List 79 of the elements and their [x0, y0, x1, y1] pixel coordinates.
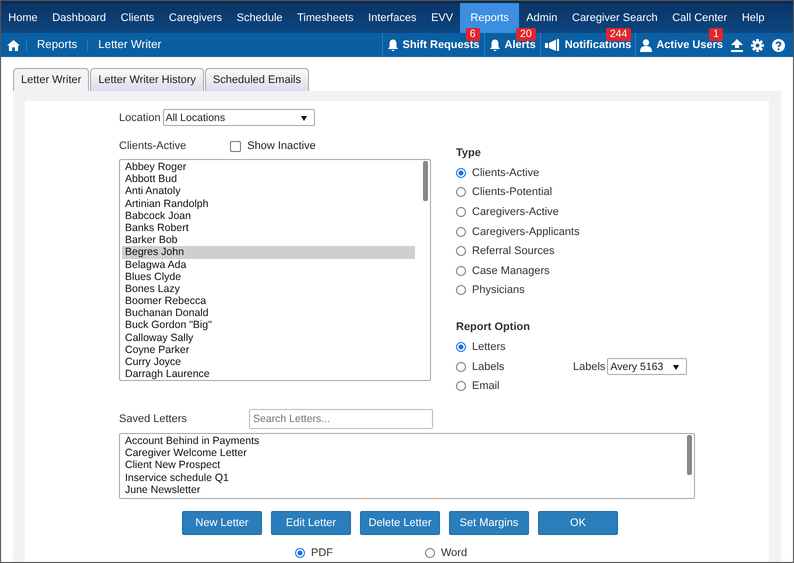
section-heading: Report Option — [456, 321, 531, 334]
count-badge: 244 — [606, 28, 632, 41]
list-item[interactable]: Inservice schedule Q1 — [122, 472, 679, 484]
home-icon[interactable] — [7, 40, 20, 50]
tab[interactable]: Letter Writer History — [90, 68, 204, 91]
list-item[interactable]: Client New Prospect — [122, 459, 679, 472]
section-heading: Type — [456, 147, 482, 159]
list-item[interactable]: Artinian Randolph — [122, 198, 415, 210]
action-button[interactable]: Delete Letter — [360, 510, 440, 535]
breadcrumb-link[interactable]: Reports — [26, 39, 88, 51]
scrollbar-thumb[interactable] — [423, 161, 428, 201]
nav-item[interactable]: Dashboard — [44, 3, 114, 33]
location-label: Location — [119, 112, 161, 124]
list-item[interactable]: Abbott Bud — [122, 173, 415, 186]
action-button[interactable]: Edit Letter — [271, 510, 351, 535]
labels-label: Labels — [573, 360, 606, 373]
action-button[interactable]: OK — [538, 510, 618, 535]
tab[interactable]: Letter Writer — [13, 68, 90, 91]
radio-option[interactable]: Caregivers-Active — [456, 202, 716, 222]
list-item[interactable]: Darragh Laurence — [122, 368, 415, 380]
radio-option[interactable]: Physicians — [456, 280, 716, 300]
list-item[interactable]: Boomer Rebecca — [122, 295, 415, 308]
list-item[interactable]: Calloway Sally — [122, 332, 415, 344]
count-badge: 6 — [466, 28, 480, 41]
list-item[interactable]: Bones Lazy — [122, 282, 415, 296]
nav-item[interactable]: Interfaces — [360, 3, 424, 33]
list-item[interactable]: Babcock Joan — [122, 210, 415, 222]
radio-option[interactable]: Word — [425, 542, 468, 562]
list-item[interactable]: Account Behind in Payments — [122, 434, 679, 448]
list-label: Clients-Active — [119, 140, 186, 152]
list-item[interactable]: Curry Joyce — [122, 356, 415, 368]
count-badge: 20 — [516, 28, 536, 41]
nav-item[interactable]: Timesheets — [290, 3, 361, 33]
bell-icon — [488, 38, 501, 52]
megaphone-icon — [544, 39, 561, 51]
breadcrumb-link[interactable]: Letter Writer — [87, 39, 172, 51]
help-icon[interactable] — [772, 38, 785, 52]
search-field[interactable]: Search Letters... — [249, 408, 433, 429]
list-item[interactable]: Belagwa Ada — [122, 258, 415, 271]
location-dropdown[interactable]: All Locations — [162, 109, 315, 126]
count-badge: 1 — [709, 28, 723, 41]
radio-option[interactable]: Labels — [456, 356, 573, 376]
list-item[interactable]: Coyne Parker — [122, 344, 415, 356]
action-button[interactable]: New Letter — [182, 510, 262, 535]
scrollbar-thumb[interactable] — [687, 434, 692, 475]
list-item[interactable]: Buchanan Donald — [122, 307, 415, 320]
nav-item[interactable]: Clients — [113, 3, 162, 33]
list-item[interactable]: Blues Clyde — [122, 270, 415, 283]
bell-icon — [386, 38, 399, 52]
nav-item[interactable]: Help — [734, 3, 772, 33]
radio-option[interactable]: Email — [456, 376, 573, 396]
caret-icon — [300, 116, 307, 121]
tab[interactable]: Scheduled Emails — [204, 68, 309, 91]
radio-option[interactable]: Letters — [456, 337, 573, 357]
list-item[interactable]: June Newsletter — [122, 484, 679, 496]
nav-item[interactable]: Schedule — [229, 3, 290, 33]
nav-item[interactable]: EVV — [424, 3, 460, 33]
list-item[interactable]: Banks Robert — [122, 222, 415, 234]
nav-item[interactable]: Home — [1, 3, 45, 33]
list-item[interactable]: Caregiver Welcome Letter — [122, 447, 679, 460]
saved-letters-label: Saved Letters — [119, 412, 188, 425]
radio-option[interactable]: Case Managers — [456, 260, 716, 281]
nav-item[interactable]: Caregivers — [162, 3, 230, 33]
list-item[interactable]: Begres John — [122, 246, 415, 258]
list-item[interactable]: Barker Bob — [122, 234, 415, 246]
radio-option[interactable]: Caregivers-Applicants — [456, 222, 716, 242]
radio-option[interactable]: Referral Sources — [456, 241, 716, 261]
radio-option[interactable]: Clients-Potential — [456, 182, 716, 202]
action-button[interactable]: Set Margins — [449, 510, 529, 535]
upload-icon[interactable] — [731, 38, 743, 52]
radio-option[interactable]: Clients-Active — [456, 163, 716, 183]
settings-icon[interactable] — [751, 38, 764, 52]
list-item[interactable]: Buck Gordon "Big" — [122, 319, 415, 332]
radio-option[interactable]: PDF — [295, 542, 333, 562]
caret-icon — [673, 365, 680, 370]
list-item[interactable]: Abbey Roger — [122, 161, 415, 174]
list-item[interactable]: Anti Anatoly — [122, 185, 415, 198]
user-icon — [640, 38, 652, 52]
labels-dropdown[interactable]: Avery 5163 — [607, 358, 688, 376]
